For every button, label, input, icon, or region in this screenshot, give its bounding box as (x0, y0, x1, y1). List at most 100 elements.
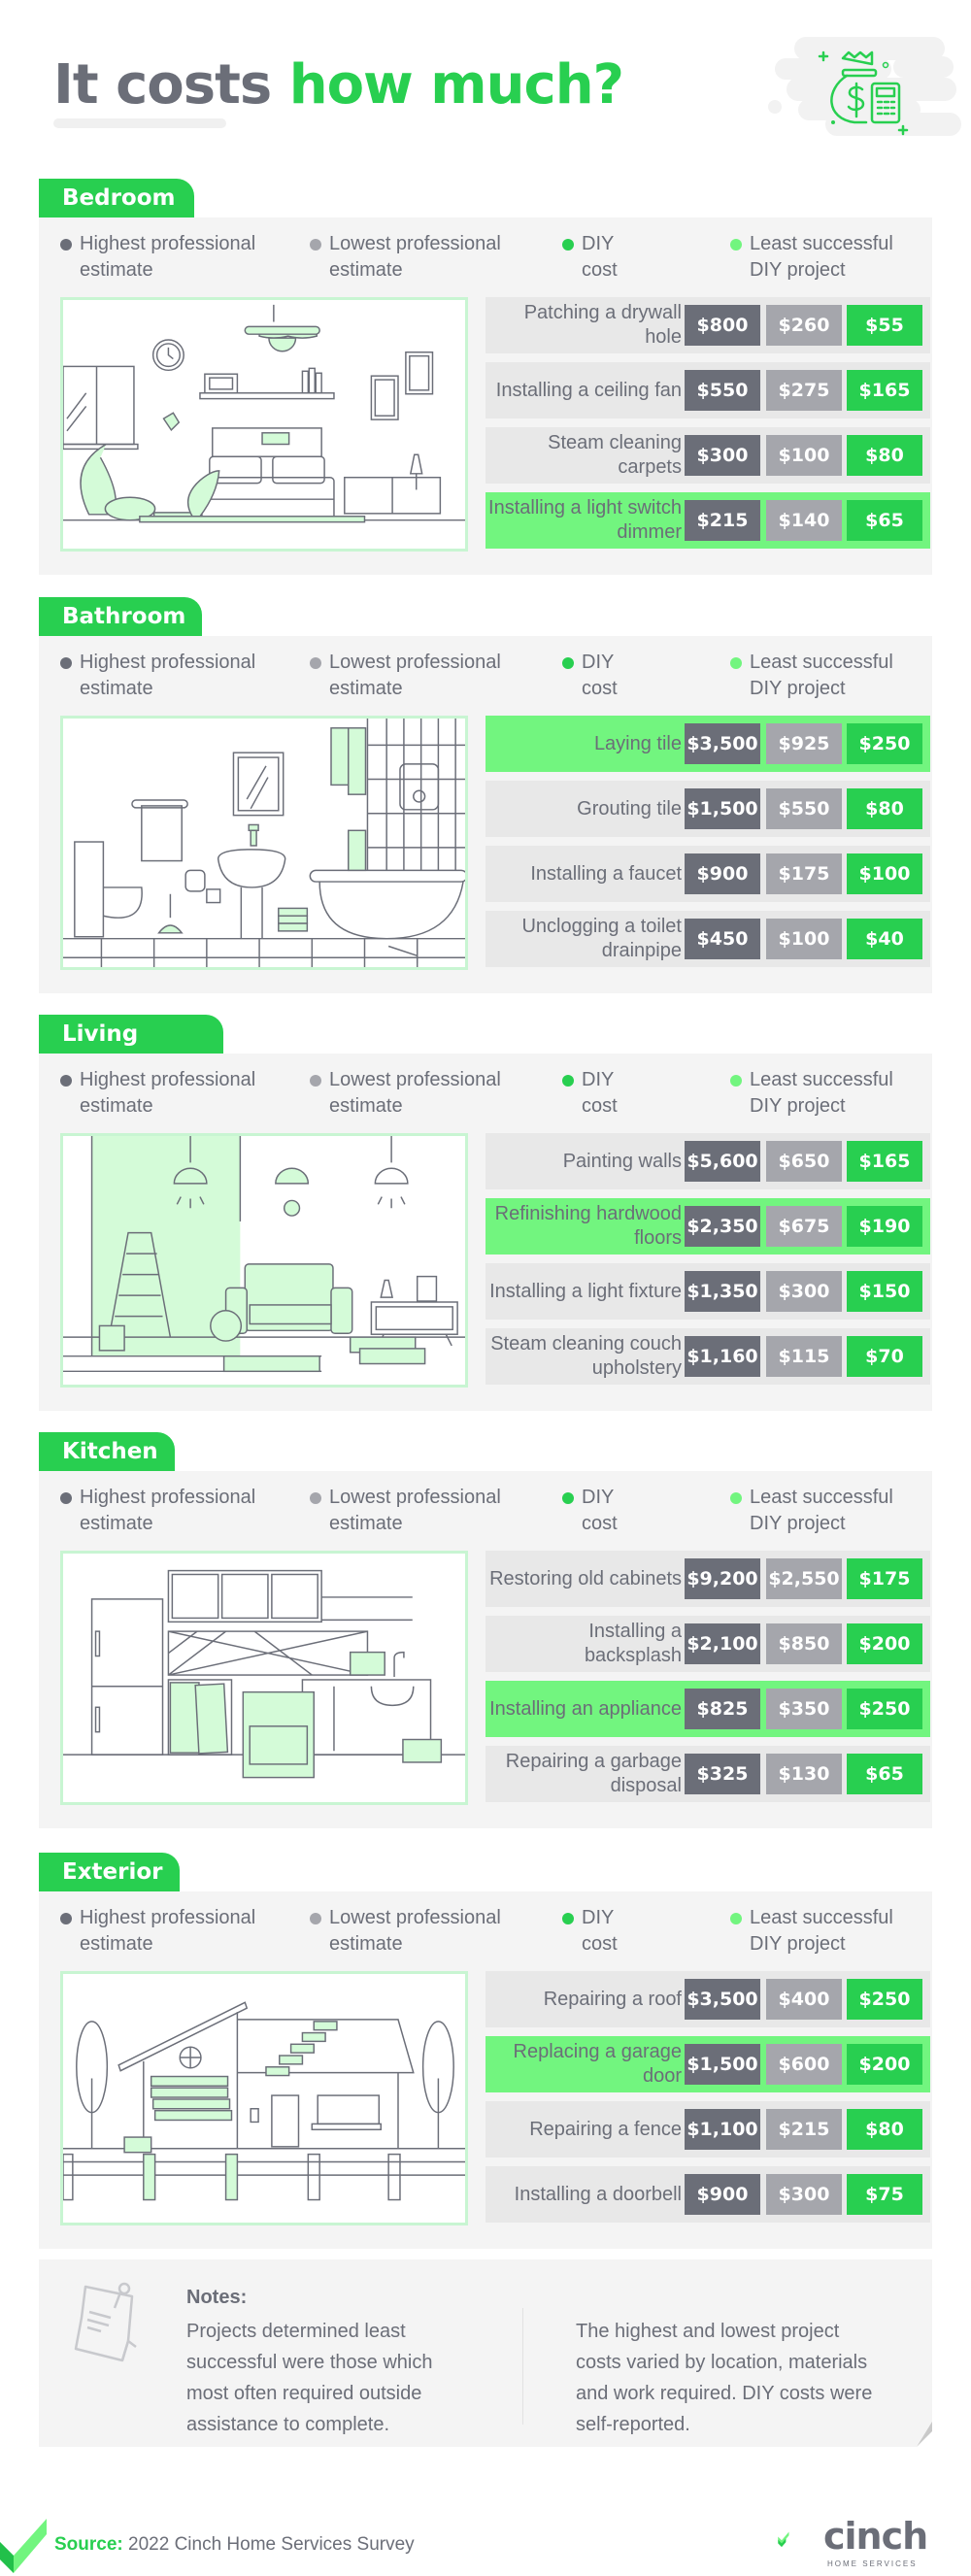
notes-divider (522, 2308, 523, 2425)
legend-label-line-2: DIY project (750, 259, 846, 281)
living-room-illustration (60, 1133, 468, 1388)
legend-label-line-2: estimate (329, 1513, 403, 1534)
section-bathroom: Bathroom Highest professional estimate L… (39, 597, 932, 995)
legend-dot (60, 657, 72, 669)
legend-dot (730, 1913, 742, 1924)
highest-estimate-value: $3,500 (685, 1979, 760, 2020)
legend-item: Least successful DIY project (730, 1067, 893, 1120)
project-label: Patching a drywall hole (523, 302, 682, 348)
legend-dot (310, 1492, 321, 1504)
diy-cost-value: $200 (847, 1623, 922, 1664)
highest-estimate-value: $550 (685, 370, 760, 411)
diy-cost-value: $70 (847, 1336, 922, 1377)
legend-label-line-2: estimate (80, 259, 153, 281)
project-label: Restoring old cabinets (489, 1567, 682, 1589)
legend-item: Highest professional estimate (60, 231, 255, 284)
legend-label-line-1: Highest professional (80, 1069, 256, 1090)
cost-table: Laying tile $3,500 $925 $250 Grouting ti… (486, 716, 932, 976)
legend-item: Highest professional estimate (60, 1485, 255, 1537)
diy-cost-value: $250 (847, 723, 922, 764)
legend-label-line-2: estimate (80, 678, 153, 699)
project-label: Unclogging a toilet drainpipe (521, 916, 682, 961)
table-row-least-successful: Installing a light switch dimmer $215 $1… (486, 492, 930, 549)
table-row: Painting walls $5,600 $650 $165 (486, 1133, 930, 1189)
diy-cost-value: $55 (847, 305, 922, 346)
project-label: Steam cleaning couch upholstery (490, 1333, 682, 1379)
legend-dot (60, 239, 72, 251)
lowest-estimate-value: $350 (766, 1689, 842, 1729)
project-label: Installing a faucet (530, 862, 682, 885)
legend: Highest professional estimate Lowest pro… (60, 1067, 924, 1125)
lowest-estimate-value: $400 (766, 1979, 842, 2020)
table-row: Unclogging a toilet drainpipe $450 $100 … (486, 911, 930, 967)
highest-estimate-value: $825 (685, 1689, 760, 1729)
highest-estimate-value: $300 (685, 435, 760, 476)
legend-item: Highest professional estimate (60, 1067, 255, 1120)
table-row: Installing a doorbell $900 $300 $75 (486, 2166, 930, 2223)
legend-item: Lowest professional estimate (310, 1067, 501, 1120)
section-tab: Living room (39, 1015, 223, 1087)
legend-label-line-1: DIY (582, 233, 615, 254)
legend-dot (310, 239, 321, 251)
legend-label-line-1: DIY (582, 1907, 615, 1928)
legend-dot (60, 1075, 72, 1087)
highest-estimate-value: $1,350 (685, 1271, 760, 1312)
diy-cost-value: $65 (847, 1754, 922, 1794)
legend-label-line-2: estimate (80, 1513, 153, 1534)
legend-item: Highest professional estimate (60, 1905, 255, 1957)
highest-estimate-value: $9,200 (685, 1558, 760, 1599)
lowest-estimate-value: $925 (766, 723, 842, 764)
legend-label-line-2: cost (582, 678, 618, 699)
legend-label-line-2: estimate (329, 1933, 403, 1955)
logo-wordmark: cinch (823, 2515, 928, 2558)
section-tab: Exterior (39, 1853, 180, 1892)
diy-cost-value: $40 (847, 919, 922, 959)
bedroom-illustration (60, 297, 468, 552)
legend-dot (730, 1075, 742, 1087)
legend-label-line-1: DIY (582, 652, 615, 673)
highest-estimate-value: $1,100 (685, 2109, 760, 2150)
table-row: Repairing a garbage disposal $325 $130 $… (486, 1746, 930, 1802)
table-row: Restoring old cabinets $9,200 $2,550 $17… (486, 1551, 930, 1607)
project-label: Repairing a garbage disposal (505, 1751, 682, 1796)
legend-label-line-2: estimate (329, 678, 403, 699)
kitchen-illustration (60, 1551, 468, 1805)
legend-item: DIY cost (562, 231, 618, 284)
highest-estimate-value: $2,350 (685, 1206, 760, 1247)
legend-dot (562, 657, 574, 669)
legend-item: Least successful DIY project (730, 1905, 893, 1957)
legend-label-line-1: Least successful (750, 1069, 893, 1090)
legend-dot (60, 1492, 72, 1504)
table-row: Installing a faucet $900 $175 $100 (486, 846, 930, 902)
section-tab: Bedroom (39, 179, 194, 218)
legend-item: Least successful DIY project (730, 231, 893, 284)
diy-cost-value: $190 (847, 1206, 922, 1247)
notes-text-2: The highest and lowest project costs var… (576, 2321, 873, 2435)
highest-estimate-value: $3,500 (685, 723, 760, 764)
lowest-estimate-value: $260 (766, 305, 842, 346)
section-bedroom: Bedroom Highest professional estimate Lo… (39, 179, 932, 577)
project-label: Repairing a roof (543, 1988, 682, 2010)
highest-estimate-value: $215 (685, 500, 760, 541)
lowest-estimate-value: $215 (766, 2109, 842, 2150)
legend-item: DIY cost (562, 1905, 618, 1957)
section-panel: Highest professional estimate Lowest pro… (39, 1891, 932, 2249)
highest-estimate-value: $325 (685, 1754, 760, 1794)
legend-label-line-2: DIY project (750, 1933, 846, 1955)
legend: Highest professional estimate Lowest pro… (60, 231, 924, 289)
project-label: Steam cleaning carpets (548, 432, 682, 478)
legend-label-line-2: DIY project (750, 678, 846, 699)
highest-estimate-value: $5,600 (685, 1141, 760, 1182)
highest-estimate-value: $1,160 (685, 1336, 760, 1377)
project-label: Replacing a garage door (513, 2041, 682, 2087)
legend-label-line-1: Highest professional (80, 652, 256, 673)
section-exterior: Exterior Highest professional estimate L… (39, 1853, 932, 2251)
table-row-least-successful: Laying tile $3,500 $925 $250 (486, 716, 930, 772)
lowest-estimate-value: $850 (766, 1623, 842, 1664)
legend-dot (730, 1492, 742, 1504)
lowest-estimate-value: $100 (766, 919, 842, 959)
table-row: Steam cleaning carpets $300 $100 $80 (486, 427, 930, 484)
legend-item: Lowest professional estimate (310, 231, 501, 284)
section-tab: Kitchen (39, 1432, 175, 1472)
diy-cost-value: $80 (847, 435, 922, 476)
